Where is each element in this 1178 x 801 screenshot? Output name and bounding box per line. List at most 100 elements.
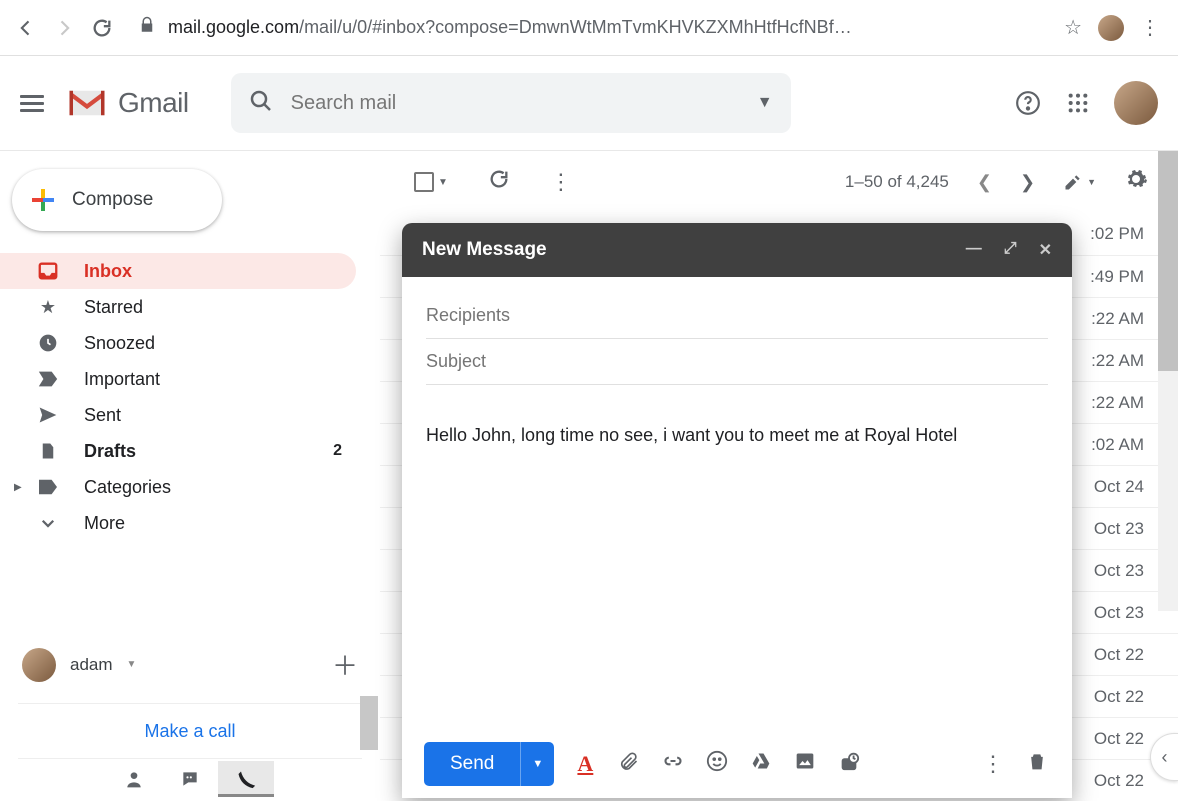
refresh-button[interactable] <box>488 168 510 196</box>
sidebar-scrollbar[interactable] <box>360 696 378 750</box>
caret-down-icon: ▼ <box>127 659 137 670</box>
plus-icon <box>32 189 54 211</box>
reload-button[interactable] <box>88 14 116 42</box>
compose-button[interactable]: Compose <box>12 169 222 231</box>
hangouts-tabs <box>0 761 380 801</box>
profile-avatar-browser[interactable] <box>1098 15 1124 41</box>
apps-grid-icon[interactable] <box>1064 89 1092 117</box>
hangouts-phone-tab[interactable] <box>218 761 274 797</box>
insert-photo-icon[interactable] <box>792 751 818 777</box>
sent-icon <box>36 403 60 427</box>
sidebar-item-inbox[interactable]: Inbox <box>0 253 356 289</box>
mail-time: Oct 22 <box>1094 729 1144 749</box>
send-button[interactable]: Send ▼ <box>424 742 554 786</box>
mail-time: Oct 23 <box>1094 603 1144 623</box>
sidebar-label: Drafts <box>84 441 136 462</box>
mail-time: :22 AM <box>1091 393 1144 413</box>
hangouts-user-row[interactable]: adam ▼ ＋ <box>0 636 380 693</box>
select-all-checkbox[interactable] <box>414 172 434 192</box>
prev-page-button[interactable]: ❮ <box>977 172 992 193</box>
browser-toolbar: mail.google.com/mail/u/0/#inbox?compose=… <box>0 0 1178 56</box>
sidebar-label: Starred <box>84 297 143 318</box>
insert-emoji-icon[interactable] <box>704 750 730 778</box>
caret-right-icon: ▶ <box>14 482 22 493</box>
mail-time: :49 PM <box>1090 267 1144 287</box>
sidebar-label: Categories <box>84 477 171 498</box>
hangouts-username: adam <box>70 655 113 675</box>
hangouts-chat-tab[interactable] <box>162 761 218 797</box>
compose-label: Compose <box>72 189 153 211</box>
support-icon[interactable] <box>1014 89 1042 117</box>
url-text: mail.google.com/mail/u/0/#inbox?compose=… <box>168 17 852 38</box>
vertical-scrollbar[interactable] <box>1158 151 1178 611</box>
search-options-icon[interactable]: ▼ <box>757 94 773 112</box>
next-page-button[interactable]: ❯ <box>1020 172 1035 193</box>
attach-file-icon[interactable] <box>616 750 642 778</box>
input-tools-button[interactable]: ▼ <box>1063 172 1096 192</box>
main-menu-button[interactable] <box>20 91 44 115</box>
discard-draft-icon[interactable] <box>1024 750 1050 778</box>
compose-titlebar[interactable]: New Message — ⤢ ✕ <box>402 223 1072 277</box>
mail-time: Oct 24 <box>1094 477 1144 497</box>
compose-body-editor[interactable]: Hello John, long time no see, i want you… <box>426 385 1048 714</box>
settings-gear-icon[interactable] <box>1124 167 1148 198</box>
chevron-down-icon <box>36 511 60 535</box>
mail-time: :02 AM <box>1091 435 1144 455</box>
search-input[interactable] <box>291 92 739 115</box>
important-icon <box>36 367 60 391</box>
search-bar[interactable]: ▼ <box>231 73 791 133</box>
formatting-icon[interactable]: A <box>572 751 598 777</box>
inbox-icon <box>36 259 60 283</box>
mail-toolbar: ▼ ⋮ 1–50 of 4,245 ❮ ❯ ▼ <box>380 151 1178 213</box>
insert-drive-icon[interactable] <box>748 751 774 777</box>
sidebar-item-drafts[interactable]: Drafts 2 <box>0 433 356 469</box>
minimize-button[interactable]: — <box>966 240 982 260</box>
mail-time: Oct 22 <box>1094 645 1144 665</box>
browser-menu-icon[interactable]: ⋮ <box>1134 15 1166 40</box>
drafts-icon <box>36 439 60 463</box>
app-header: Gmail ▼ <box>0 56 1178 151</box>
sidebar-label: Snoozed <box>84 333 155 354</box>
mail-time: :02 PM <box>1090 224 1144 244</box>
insert-link-icon[interactable] <box>660 751 686 777</box>
main-area: Compose Inbox ★ Starred Snoozed Importan… <box>0 151 1178 801</box>
hangouts-avatar <box>22 648 56 682</box>
sidebar-item-categories[interactable]: ▶ Categories <box>0 469 356 505</box>
gmail-logo[interactable]: Gmail <box>66 87 189 119</box>
confidential-mode-icon[interactable] <box>836 750 862 778</box>
sidebar-item-important[interactable]: Important <box>0 361 356 397</box>
mail-time: Oct 23 <box>1094 561 1144 581</box>
sidebar-label: More <box>84 513 125 534</box>
mail-time: Oct 22 <box>1094 771 1144 791</box>
sidebar-label: Inbox <box>84 261 132 282</box>
sidebar-item-more[interactable]: More <box>0 505 356 541</box>
compose-more-options[interactable]: ⋮ <box>980 751 1006 777</box>
hangouts-contacts-tab[interactable] <box>106 761 162 797</box>
sidebar-label: Sent <box>84 405 121 426</box>
fullscreen-button[interactable]: ⤢ <box>1004 240 1017 260</box>
forward-button[interactable] <box>50 14 78 42</box>
drafts-count: 2 <box>333 442 342 460</box>
back-button[interactable] <box>12 14 40 42</box>
clock-icon <box>36 331 60 355</box>
compose-footer: Send ▼ A ⋮ <box>402 730 1072 798</box>
select-dropdown-icon[interactable]: ▼ <box>438 177 448 188</box>
subject-field[interactable] <box>426 339 1048 385</box>
close-button[interactable]: ✕ <box>1039 240 1052 260</box>
lock-icon <box>138 16 156 39</box>
sidebar-item-sent[interactable]: Sent <box>0 397 356 433</box>
account-avatar[interactable] <box>1114 81 1158 125</box>
send-options-dropdown[interactable]: ▼ <box>520 742 554 786</box>
mail-time: :22 AM <box>1091 309 1144 329</box>
sidebar-item-starred[interactable]: ★ Starred <box>0 289 356 325</box>
mail-time: Oct 22 <box>1094 687 1144 707</box>
more-actions-button[interactable]: ⋮ <box>550 169 572 195</box>
address-bar[interactable]: mail.google.com/mail/u/0/#inbox?compose=… <box>126 10 1048 46</box>
recipients-field[interactable] <box>426 293 1048 339</box>
make-a-call-link[interactable]: Make a call <box>18 703 362 759</box>
sidebar-item-snoozed[interactable]: Snoozed <box>0 325 356 361</box>
star-icon: ★ <box>36 295 60 319</box>
bookmark-star-icon[interactable]: ☆ <box>1058 15 1088 40</box>
new-conversation-button[interactable]: ＋ <box>332 646 358 683</box>
search-icon <box>249 89 273 118</box>
